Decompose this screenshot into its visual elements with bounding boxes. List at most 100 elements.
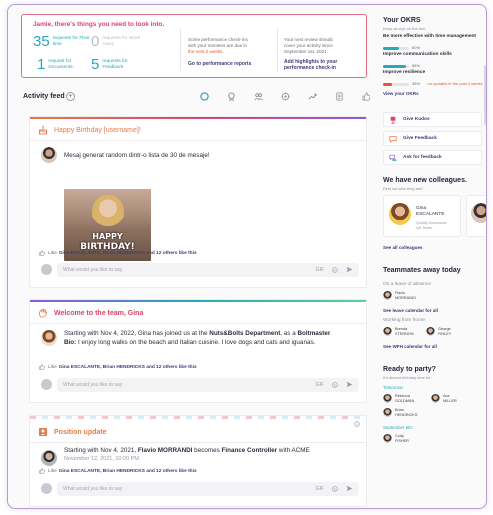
metric-documents[interactable]: 1 request for Documents <box>37 57 86 72</box>
info-icon[interactable] <box>354 421 360 427</box>
award-filter-icon[interactable] <box>226 91 236 101</box>
gif-figure <box>92 195 124 233</box>
person-chip[interactable]: Cody FISHER <box>383 434 409 444</box>
okrs-title: Your OKRS <box>383 17 421 24</box>
app-window: Jamie, there's things you need to look i… <box>7 4 487 509</box>
ask-feedback-label: Ask for feedback <box>403 155 442 160</box>
welcome-role: Boltmaster <box>297 330 331 337</box>
avatar <box>383 394 392 404</box>
metric-workaway[interactable]: 0 requests for Work Away <box>91 34 140 49</box>
comment-input[interactable]: What would you like to say <box>57 263 359 277</box>
see-colleagues-link[interactable]: See all colleagues <box>383 245 423 250</box>
like-row: Like Gina ESCALANTE, Brian HENDRICKS and… <box>39 364 197 370</box>
person-chip[interactable]: Brian HENDRICKS <box>383 408 418 418</box>
person-last-name: HENDRICKS <box>395 412 418 417</box>
position-person[interactable]: Flavio MORRANDI <box>138 447 193 454</box>
metric-documents-count: 1 <box>37 56 46 73</box>
person-chip[interactable]: Brenda STERNON <box>383 327 414 337</box>
like-button[interactable]: Like <box>48 251 57 256</box>
welcome-dept[interactable]: Nuts&Bolts Department <box>209 330 280 337</box>
give-feedback-button[interactable]: Give Feedback <box>383 131 482 146</box>
see-leave-calendar-link[interactable]: See leave calendar for all <box>383 308 438 313</box>
avatar <box>383 408 392 418</box>
colleague-card[interactable] <box>466 195 486 237</box>
divider <box>30 442 366 443</box>
likers-link[interactable]: Gina ESCALANTE, Brian HENDRICKS and 12 o… <box>59 365 197 370</box>
like-icon[interactable] <box>39 468 45 474</box>
send-icon[interactable] <box>346 381 353 388</box>
metric-feedback-count: 5 <box>91 56 100 73</box>
see-wfh-calendar-link[interactable]: See WFH calendar for all <box>383 344 437 349</box>
scrollbar[interactable] <box>484 65 486 125</box>
okr-progress-bar <box>383 47 409 51</box>
comment-input[interactable]: What would you like to say <box>57 482 359 496</box>
like-filter-icon[interactable] <box>361 91 370 101</box>
view-okrs-link[interactable]: View your OKRs <box>383 91 419 96</box>
welcome-msg-text: , as a <box>280 330 298 337</box>
people-filter-icon[interactable] <box>253 91 263 101</box>
likers-link[interactable]: Gina ESCALANTE, Brian HENDRICKS and 12 o… <box>59 469 197 474</box>
metric-flexi[interactable]: 35 requests for Flexi time <box>33 34 91 49</box>
avatar <box>426 327 435 337</box>
okr-title: Improve resilience <box>383 70 426 75</box>
like-icon[interactable] <box>39 364 45 370</box>
likers-link[interactable]: Gina ESCALANTE, Brian HENDRICKS and 12 o… <box>59 251 197 256</box>
person-name: Cody FISHER <box>395 434 409 443</box>
okr-title: Improve communication skills <box>383 52 452 57</box>
person-first-name: George <box>438 327 451 331</box>
avatar <box>41 450 57 466</box>
welcome-post-header: Welcome to the team, Gina <box>38 308 143 318</box>
target-filter-icon[interactable] <box>280 91 290 101</box>
like-button[interactable]: Like <box>48 365 57 370</box>
gif-button[interactable]: GIF <box>316 267 324 273</box>
person-chip[interactable]: Rebecca GOLDMAN <box>383 394 414 404</box>
person-chip[interactable]: Flavio MORRANDI <box>383 291 416 301</box>
kudos-icon <box>390 116 396 124</box>
all-filter-icon[interactable] <box>199 91 209 101</box>
like-icon[interactable] <box>39 250 45 256</box>
emoji-icon[interactable] <box>332 485 338 492</box>
tomorrow-label: Tomorrow: <box>383 385 404 390</box>
comment-tools: GIF <box>316 485 353 492</box>
emoji-icon[interactable] <box>332 266 338 273</box>
person-name: Flavio MORRANDI <box>395 291 416 300</box>
okr-title: Be more effective with time management <box>383 34 477 39</box>
avatar <box>389 203 411 225</box>
birthday-post-card: Happy Birthday [username]! Mesaj generat… <box>29 116 367 288</box>
like-button[interactable]: Like <box>48 469 57 474</box>
person-last-name: MILLER <box>443 398 457 403</box>
ask-feedback-button[interactable]: Ask for feedback <box>383 150 482 165</box>
emoji-icon[interactable] <box>332 381 338 388</box>
give-kudos-label: Give Kudos <box>403 117 430 122</box>
person-last-name: STERNON <box>395 331 414 336</box>
avatar <box>471 203 486 223</box>
new-colleagues-title: We have new colleagues. <box>383 177 467 184</box>
metric-feedback[interactable]: 5 requests for Feedback <box>91 57 140 72</box>
person-chip[interactable]: Ava MILLER <box>431 394 457 404</box>
position-post-header: Position update <box>38 427 107 437</box>
gif-button[interactable]: GIF <box>316 486 324 492</box>
send-icon[interactable] <box>346 485 353 492</box>
colleague-card[interactable]: Gina ESCALANTE Quality Assurance QA Test… <box>383 195 461 237</box>
position-date: November 12, 2021, 10:00 PM <box>64 456 139 462</box>
perf-reports-link[interactable]: Go to performance reports <box>188 61 251 67</box>
person-chip[interactable]: George FINLEY <box>426 327 451 337</box>
okr-item[interactable]: Improve resilience 35% no updates in the… <box>383 70 483 93</box>
avatar <box>383 291 392 301</box>
person-last-name: MORRANDI <box>395 295 416 300</box>
comment-input[interactable]: What would you like to say <box>57 378 359 392</box>
comment-row: What would you like to say GIF <box>37 378 359 392</box>
welcome-message: Starting with Nov 4, 2022, Gina has join… <box>64 329 359 347</box>
gif-button[interactable]: GIF <box>316 382 324 388</box>
okrs-subtitle: Keep an eye on the fun! <box>383 26 426 31</box>
like-row: Like Gina ESCALANTE, Brian HENDRICKS and… <box>39 468 197 474</box>
okr-progress-fill <box>383 65 406 69</box>
send-icon[interactable] <box>346 266 353 273</box>
trend-filter-icon[interactable] <box>307 91 317 101</box>
give-kudos-button[interactable]: Give Kudos <box>383 112 482 127</box>
add-post-button[interactable]: + <box>66 92 75 101</box>
gif-text-line-1: HAPPY <box>92 232 123 241</box>
add-highlights-link[interactable]: Add highlights to your performance check… <box>284 59 337 72</box>
avatar <box>41 330 57 346</box>
doc-filter-icon[interactable] <box>334 91 344 101</box>
